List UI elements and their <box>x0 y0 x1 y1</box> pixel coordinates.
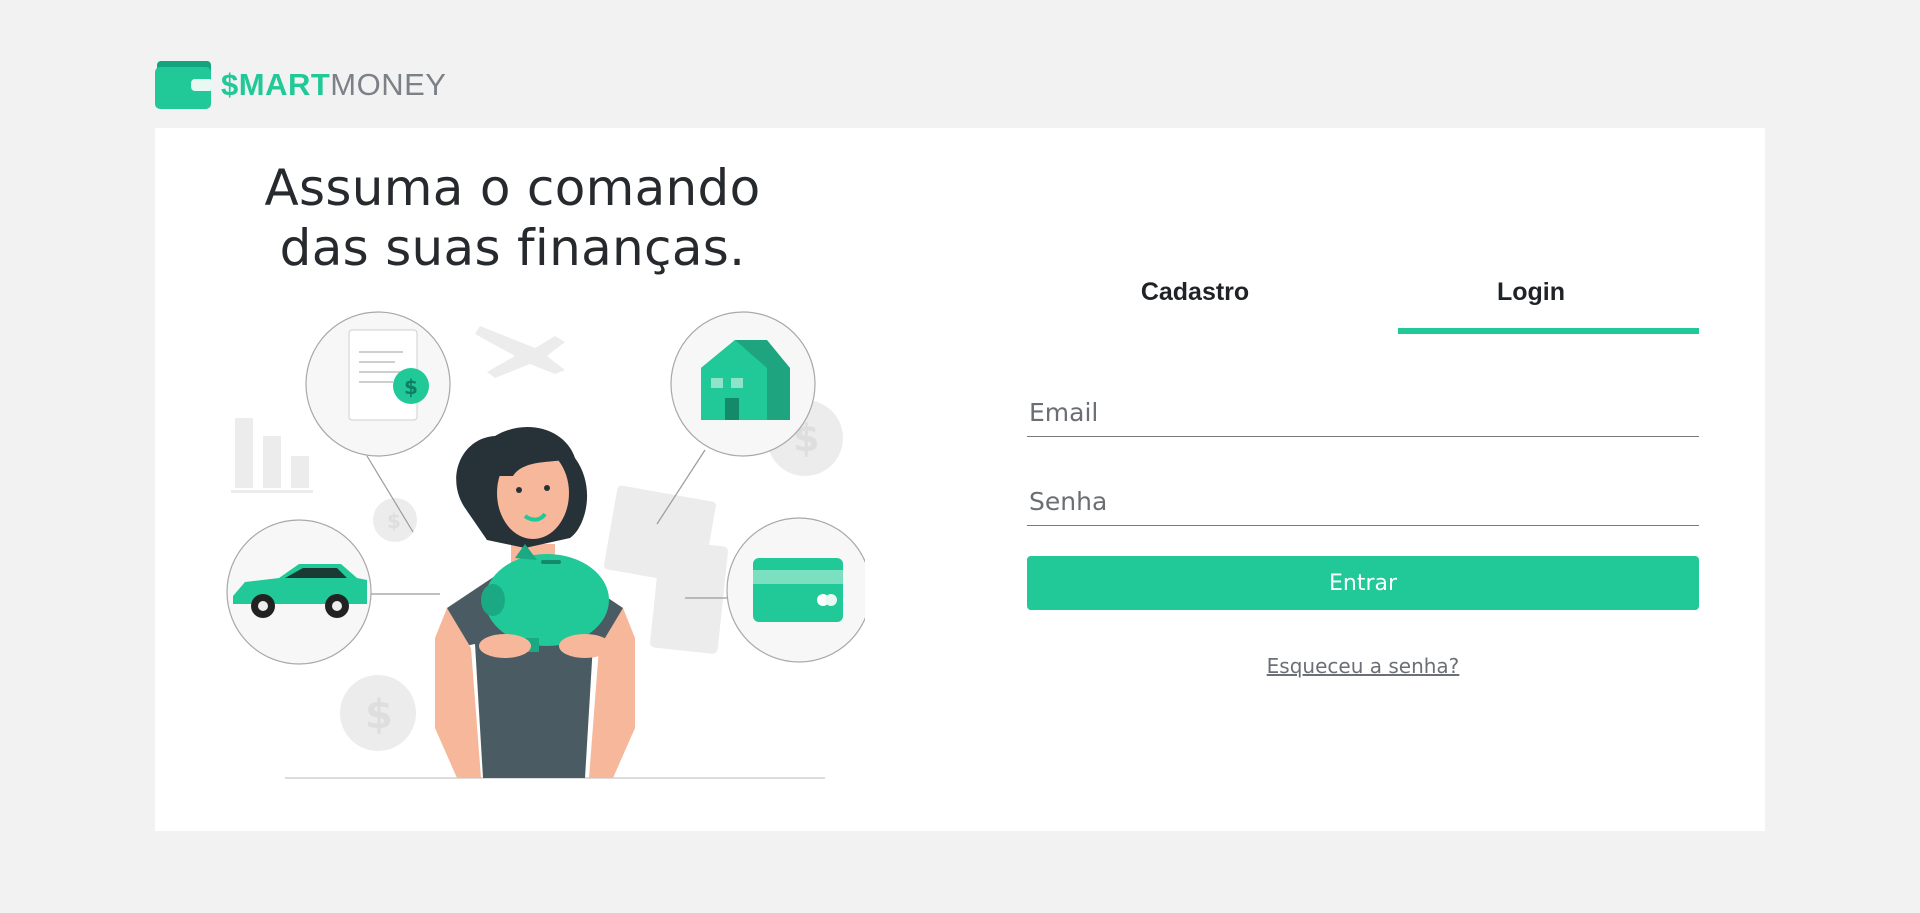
site-header: $MARTMONEY <box>155 58 446 110</box>
password-field[interactable] <box>1027 481 1703 521</box>
email-field[interactable] <box>1027 392 1703 432</box>
forgot-password-link[interactable]: Esqueceu a senha? <box>1027 654 1699 678</box>
hero-headline: Assuma o comando das suas finanças. <box>264 159 761 277</box>
login-button[interactable]: Entrar <box>1027 556 1699 610</box>
tab-cadastro[interactable]: Cadastro <box>1027 268 1363 334</box>
brand-name-light: MONEY <box>330 66 447 102</box>
woman-holding-piggy-bank-illustration: $ $ $ $ <box>226 311 865 779</box>
svg-text:$: $ <box>387 509 401 533</box>
brand-name-bold: $MART <box>221 66 331 102</box>
login-card: Assuma o comando das suas finanças. $ $ <box>155 128 1765 831</box>
hero-section: Assuma o comando das suas finanças. $ $ <box>155 128 955 831</box>
auth-form: Cadastro Login Entrar Esqueceu a senha? <box>1027 268 1703 678</box>
wallet-icon <box>155 61 213 109</box>
auth-tabs: Cadastro Login <box>1027 268 1699 334</box>
svg-text:$: $ <box>365 692 393 738</box>
svg-text:$: $ <box>404 375 418 399</box>
tab-login[interactable]: Login <box>1363 268 1699 334</box>
password-field-wrapper <box>1027 481 1703 526</box>
email-field-wrapper <box>1027 392 1703 437</box>
brand-logo[interactable]: $MARTMONEY <box>221 69 446 100</box>
